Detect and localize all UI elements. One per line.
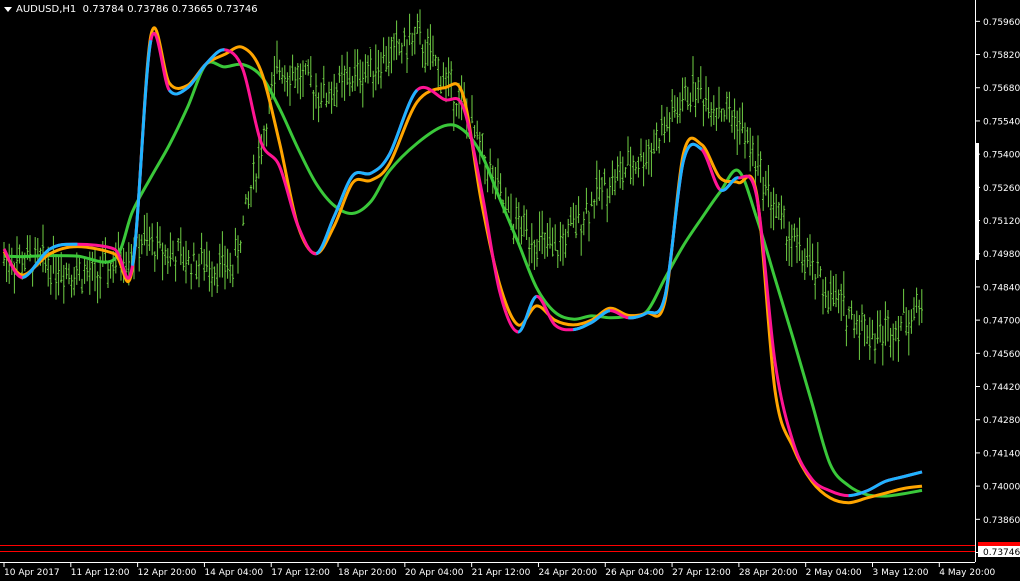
- x-tick-label: 18 Apr 20:00: [338, 568, 397, 578]
- y-tick-label: 0.75960: [983, 18, 1020, 28]
- x-tick-label: 28 Apr 20:00: [739, 568, 798, 578]
- x-tick-label: 2 May 04:00: [806, 568, 862, 578]
- x-tick-label: 20 Apr 04:00: [405, 568, 464, 578]
- y-tick-label: 0.74140: [983, 449, 1020, 459]
- x-tick-label: 11 Apr 12:00: [71, 568, 130, 578]
- ma-blue-segment: [903, 470, 923, 479]
- x-tick-label: 14 Apr 04:00: [204, 568, 263, 578]
- ma-blue-segment: [333, 174, 355, 217]
- x-tick-label: 17 Apr 12:00: [271, 568, 330, 578]
- ma-blue-segment: [351, 171, 372, 177]
- ma-blue-segment: [517, 294, 538, 334]
- price-chart[interactable]: 0.75960 0.75820 0.75680 0.75540 0.75400 0.752…: [0, 0, 1020, 581]
- x-tick-label: 24 Apr 20:00: [538, 568, 597, 578]
- y-tick-label: 0.75540: [983, 117, 1020, 127]
- x-tick-label: 26 Apr 04:00: [605, 568, 664, 578]
- y-tick-label: 0.75680: [983, 84, 1020, 94]
- y-tick-label: 0.74560: [983, 350, 1020, 360]
- ma-blue-segment: [663, 160, 685, 297]
- y-tick-label: 0.75820: [983, 51, 1020, 61]
- ma-blue-segment: [884, 475, 905, 483]
- y-tick-label: 0.75120: [983, 217, 1020, 227]
- x-tick-label: 10 Apr 2017: [4, 568, 60, 578]
- ma-blue-segment: [866, 479, 886, 493]
- ma-blue-segment: [131, 40, 153, 266]
- y-tick-label: 0.74980: [983, 250, 1020, 260]
- x-tick-label: 21 Apr 12:00: [472, 568, 531, 578]
- y-tick-label: 0.74700: [983, 317, 1020, 327]
- y-tick-label: 0.75400: [983, 151, 1020, 161]
- x-tick-label: 12 Apr 20:00: [138, 568, 197, 578]
- y-tick-label: 0.74840: [983, 283, 1020, 293]
- current-price-label: 0.73746: [983, 548, 1020, 558]
- ma-orange-line: [2, 26, 923, 505]
- y-tick-label: 0.74280: [983, 416, 1020, 426]
- ma-blue-segment: [315, 215, 336, 256]
- y-tick-label: 0.74000: [983, 483, 1020, 493]
- ma-blue-segment: [388, 89, 419, 155]
- x-tick-label: 4 May 20:00: [939, 568, 995, 578]
- y-tick-label: 0.73860: [983, 516, 1020, 526]
- x-tick-label: 3 May 12:00: [872, 568, 928, 578]
- scrollbar-indicator: [976, 143, 979, 260]
- y-tick-label: 0.74420: [983, 383, 1020, 393]
- x-tick-label: 27 Apr 12:00: [672, 568, 731, 578]
- y-tick-label: 0.75260: [983, 184, 1020, 194]
